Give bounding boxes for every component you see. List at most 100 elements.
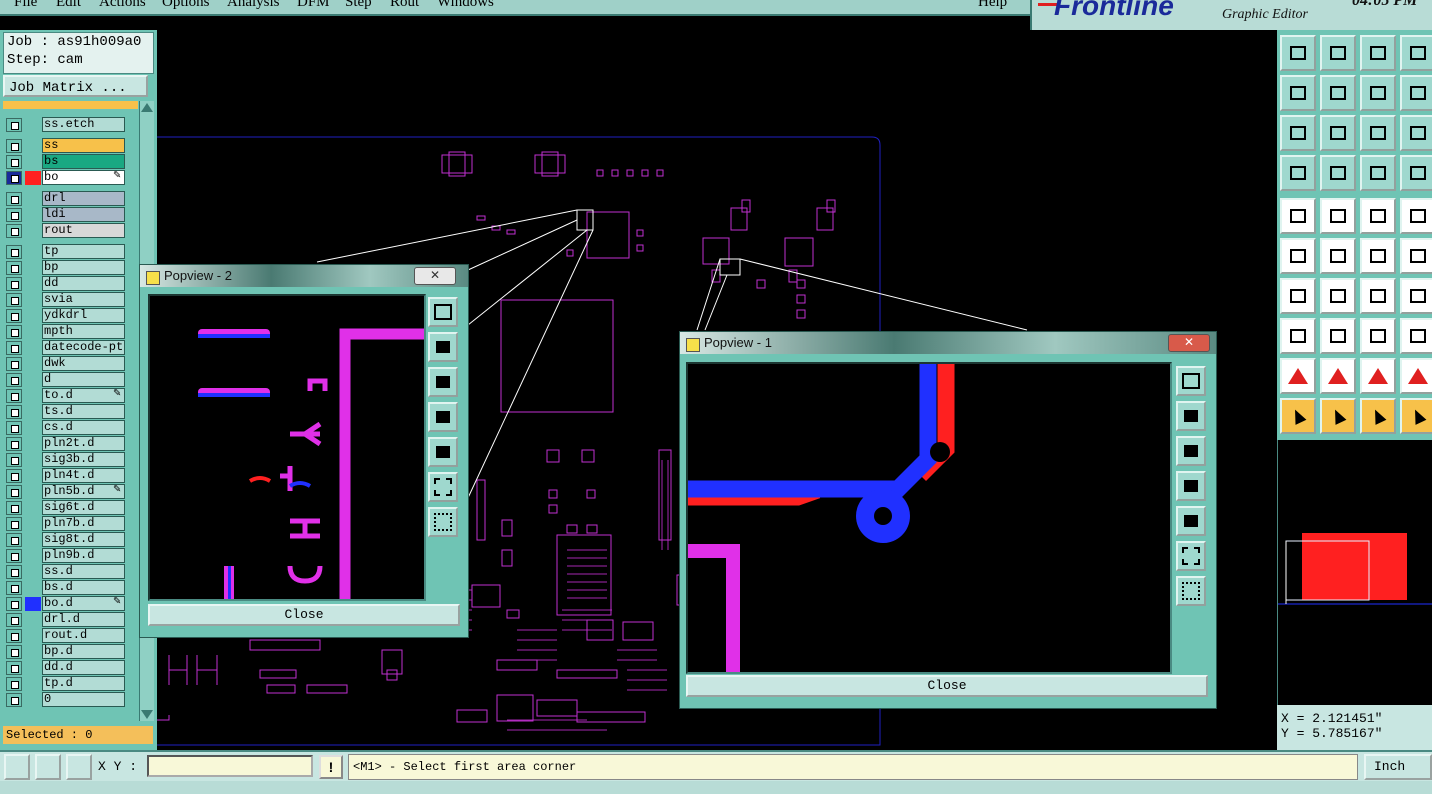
layer-row[interactable]: bs xyxy=(3,154,127,169)
layer-name[interactable]: dd.d xyxy=(42,660,125,675)
layer-checkbox[interactable] xyxy=(6,533,22,547)
layer-checkbox[interactable] xyxy=(6,224,22,238)
layer-row[interactable]: rout.d xyxy=(3,628,127,643)
menu-edit[interactable]: Edit xyxy=(56,0,81,11)
layer-row[interactable]: datecode-pte xyxy=(3,340,127,355)
pan-left-icon[interactable] xyxy=(1280,75,1316,111)
pad-icon[interactable] xyxy=(1280,198,1316,234)
pan-up-icon[interactable] xyxy=(428,332,458,362)
layer-checkbox[interactable] xyxy=(6,405,22,419)
layer-row[interactable]: sig6t.d xyxy=(3,500,127,515)
layer-row[interactable]: tp xyxy=(3,244,127,259)
menu-rout[interactable]: Rout xyxy=(390,0,419,11)
zoom-window-icon[interactable] xyxy=(1320,35,1356,71)
popview-2-canvas[interactable] xyxy=(148,294,426,601)
snap-icon[interactable] xyxy=(4,754,30,780)
layer-name[interactable]: ydkdrl xyxy=(42,308,125,323)
layer-checkbox[interactable] xyxy=(6,192,22,206)
angle-icon[interactable] xyxy=(1280,278,1316,314)
select-icon[interactable] xyxy=(1280,398,1316,434)
menu-analysis[interactable]: Analysis xyxy=(227,0,280,11)
flip-icon[interactable] xyxy=(1400,278,1432,314)
grid-icon[interactable] xyxy=(66,754,92,780)
layer-name[interactable]: ss.etch xyxy=(42,117,125,132)
layer-row[interactable]: bs.d xyxy=(3,580,127,595)
layer-name[interactable]: tp xyxy=(42,244,125,259)
slash-icon[interactable] xyxy=(1320,278,1356,314)
layer-row[interactable]: bp xyxy=(3,260,127,275)
layer-checkbox[interactable] xyxy=(6,469,22,483)
layer-name[interactable]: pln7b.d xyxy=(42,516,125,531)
scroll-up-icon[interactable] xyxy=(141,103,153,112)
layer-name[interactable]: bs.d xyxy=(42,580,125,595)
layer-name[interactable]: pln2t.d xyxy=(42,436,125,451)
layer-checkbox[interactable] xyxy=(6,693,22,707)
layer-checkbox[interactable] xyxy=(6,613,22,627)
layer-name[interactable]: sig6t.d xyxy=(42,500,125,515)
layer-name[interactable]: ss.d xyxy=(42,564,125,579)
layer-checkbox[interactable] xyxy=(6,208,22,222)
close-icon[interactable]: ✕ xyxy=(1168,334,1210,352)
zoom-extents-icon[interactable] xyxy=(1280,115,1316,151)
layer-name[interactable]: bp xyxy=(42,260,125,275)
layer-checkbox[interactable] xyxy=(6,645,22,659)
measure-icon[interactable] xyxy=(1360,318,1396,354)
layer-checkbox[interactable] xyxy=(6,517,22,531)
menu-step[interactable]: Step xyxy=(345,0,372,11)
layer-name[interactable]: datecode-pte xyxy=(42,340,125,355)
layer-checkbox[interactable] xyxy=(6,677,22,691)
layer-name[interactable]: svia xyxy=(42,292,125,307)
pan-right-icon[interactable] xyxy=(428,437,458,467)
line-icon[interactable] xyxy=(1320,198,1356,234)
layer-checkbox[interactable] xyxy=(6,485,22,499)
layer-checkbox[interactable] xyxy=(6,155,22,169)
layer-row[interactable]: dd.d xyxy=(3,660,127,675)
layer-row[interactable]: bp.d xyxy=(3,644,127,659)
node-icon[interactable] xyxy=(1360,238,1396,274)
menu-dfm[interactable]: DFM xyxy=(297,0,330,11)
layer-row[interactable]: bo ✎ xyxy=(3,170,127,185)
copy-icon[interactable] xyxy=(1400,318,1432,354)
xy-input[interactable] xyxy=(147,755,313,777)
popview-2-close-button[interactable]: Close xyxy=(148,604,460,626)
layer-checkbox[interactable] xyxy=(6,171,22,185)
measure-icon[interactable] xyxy=(35,754,61,780)
layer-checkbox[interactable] xyxy=(6,293,22,307)
layer-checkbox[interactable] xyxy=(6,277,22,291)
grid-icon[interactable] xyxy=(1320,155,1356,191)
layer-name[interactable]: d xyxy=(42,372,125,387)
popview-1-close-button[interactable]: Close xyxy=(686,675,1208,697)
zoom-out-icon[interactable] xyxy=(1176,576,1206,606)
settings-icon[interactable] xyxy=(1280,155,1316,191)
pan-down-icon[interactable] xyxy=(428,367,458,397)
pan-left-icon[interactable] xyxy=(428,402,458,432)
layer-checkbox[interactable] xyxy=(6,341,22,355)
pan-down-icon[interactable] xyxy=(1176,436,1206,466)
layer-row[interactable]: dwk xyxy=(3,356,127,371)
zoom-in-icon[interactable] xyxy=(428,472,458,502)
layer-checkbox[interactable] xyxy=(6,389,22,403)
ruler-icon[interactable] xyxy=(1360,198,1396,234)
layer-name[interactable]: tp.d xyxy=(42,676,125,691)
layer-row[interactable]: pln7b.d xyxy=(3,516,127,531)
layer-row[interactable]: cs.d xyxy=(3,420,127,435)
layer-row[interactable]: ydkdrl xyxy=(3,308,127,323)
layer-checkbox[interactable] xyxy=(6,549,22,563)
layer-name[interactable]: rout xyxy=(42,223,125,238)
zoom-out-icon[interactable] xyxy=(428,507,458,537)
layer-name[interactable]: cs.d xyxy=(42,420,125,435)
rotate-icon[interactable] xyxy=(1360,278,1396,314)
layer-row[interactable]: dd xyxy=(3,276,127,291)
layer-checkbox[interactable] xyxy=(6,261,22,275)
layer-row[interactable]: drl xyxy=(3,191,127,206)
zoom-home-icon[interactable] xyxy=(428,297,458,327)
layer-checkbox[interactable] xyxy=(6,373,22,387)
select-net-icon[interactable] xyxy=(1400,398,1432,434)
layer-row[interactable]: pln5b.d ✎ xyxy=(3,484,127,499)
layer-row[interactable]: tp.d xyxy=(3,676,127,691)
layer-row[interactable]: ts.d xyxy=(3,404,127,419)
menu-help[interactable]: Help xyxy=(978,0,1007,11)
job-matrix-button[interactable]: Job Matrix ... xyxy=(3,75,148,97)
layer-name[interactable]: ts.d xyxy=(42,404,125,419)
overview-map[interactable] xyxy=(1277,440,1432,705)
